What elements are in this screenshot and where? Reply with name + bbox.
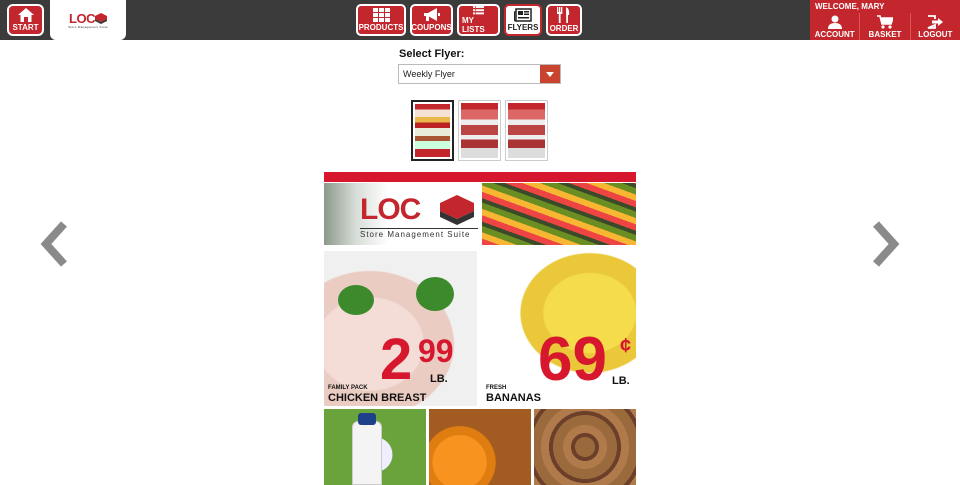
previous-page-button[interactable]: [36, 220, 72, 268]
chicken-price-unit: LB.: [430, 373, 448, 385]
nav-products-label: PRODUCTS: [358, 23, 404, 32]
oranges-ad[interactable]: [429, 409, 531, 485]
flyer-page[interactable]: LOC Store Management Suite 2 99 LB. FAMI…: [324, 172, 636, 485]
start-button-label: START: [12, 23, 39, 32]
chicken-item-name: CHICKEN BREAST: [328, 392, 427, 404]
top-navigation-bar: START LOC Store Management Suite PRODUCT…: [0, 0, 960, 40]
salad-dressing-ad[interactable]: [324, 409, 426, 485]
basket-label: BASKET: [868, 30, 902, 39]
basil-leaf-image: [416, 277, 454, 311]
dressing-bottle-image: [352, 421, 382, 485]
list-icon: [473, 6, 484, 15]
newspaper-icon: [514, 8, 532, 22]
start-button[interactable]: START: [7, 4, 44, 36]
flyer-header-strip: [324, 172, 636, 182]
basil-leaf-image: [338, 285, 374, 315]
flyer-thumbnail[interactable]: [505, 100, 548, 161]
banana-price-unit: LB.: [612, 375, 630, 387]
banana-price: 69: [538, 325, 607, 394]
flyer-thumbnail[interactable]: [458, 100, 501, 161]
logout-button[interactable]: LOGOUT: [909, 13, 960, 40]
potatoes-ad[interactable]: [534, 409, 636, 485]
flyer-select-value: Weekly Flyer: [403, 69, 455, 79]
select-flyer-label: Select Flyer:: [399, 48, 465, 60]
person-icon: [827, 15, 842, 29]
thumbnail-image: [415, 104, 450, 157]
logout-label: LOGOUT: [918, 30, 953, 39]
nav-products-button[interactable]: PRODUCTS: [356, 4, 406, 36]
megaphone-icon: [424, 8, 440, 21]
banner-logo-subtitle: Store Management Suite: [360, 228, 478, 239]
basket-button[interactable]: BASKET: [859, 13, 909, 40]
welcome-message: WELCOME, MARY: [815, 2, 885, 11]
grid-icon: [372, 8, 390, 22]
banana-price-cents-sign: ¢: [620, 335, 632, 357]
flyer-thumbnail[interactable]: [411, 100, 454, 161]
thumbnail-image: [508, 103, 545, 158]
bottle-cap-image: [358, 413, 376, 425]
logo-subtitle: Store Management Suite: [68, 24, 108, 29]
cart-icon: [876, 15, 893, 29]
bananas-ad[interactable]: 69 ¢ LB. FRESH BANANAS: [482, 251, 636, 406]
nav-coupons-button[interactable]: COUPONS: [410, 4, 453, 36]
dropdown-arrow[interactable]: [540, 65, 560, 83]
chevron-left-icon: [40, 221, 67, 267]
account-button[interactable]: ACCOUNT: [810, 13, 859, 40]
produce-photo: [482, 183, 636, 245]
nav-order-label: ORDER: [549, 24, 579, 33]
banana-item-name: BANANAS: [486, 392, 541, 404]
nav-order-button[interactable]: ORDER: [546, 4, 582, 36]
banner-logo-mark-icon: [440, 195, 474, 225]
user-buttons: ACCOUNT BASKET LOGOUT: [810, 13, 960, 40]
nav-flyers-label: FLYERS: [507, 23, 539, 32]
home-icon: [17, 8, 34, 22]
user-panel: WELCOME, MARY ACCOUNT BASKET LOGOUT: [810, 0, 960, 40]
flyer-select-dropdown[interactable]: Weekly Flyer: [398, 64, 561, 84]
chicken-breast-ad[interactable]: 2 99 LB. FAMILY PACK CHICKEN BREAST: [324, 251, 477, 406]
banner-logo-text: LOC: [360, 193, 421, 226]
nav-my-lists-label: MY LISTS: [462, 16, 485, 34]
flyer-page-thumbnails: [411, 100, 548, 161]
chevron-right-icon: [873, 221, 900, 267]
banana-item-prefix: FRESH: [486, 385, 507, 391]
logo-mark-icon: [94, 12, 107, 24]
nav-coupons-label: COUPONS: [411, 23, 452, 32]
chevron-down-icon: [546, 71, 554, 77]
chicken-price-dollars: 2: [380, 327, 413, 392]
logo[interactable]: LOC Store Management Suite: [50, 0, 126, 40]
thumbnail-image: [461, 103, 498, 158]
chicken-item-prefix: FAMILY PACK: [328, 385, 368, 391]
chicken-price-cents: 99: [418, 333, 454, 369]
account-label: ACCOUNT: [814, 30, 855, 39]
fork-knife-icon: [557, 7, 570, 23]
flyer-banner: LOC Store Management Suite: [324, 183, 636, 245]
main-nav: PRODUCTS COUPONS MY LISTS FLYERS ORDER: [356, 4, 582, 36]
nav-my-lists-button[interactable]: MY LISTS: [457, 4, 500, 36]
logo-text: LOC: [69, 10, 95, 26]
nav-flyers-button[interactable]: FLYERS: [504, 4, 542, 36]
logout-icon: [927, 15, 944, 29]
next-page-button[interactable]: [868, 220, 904, 268]
